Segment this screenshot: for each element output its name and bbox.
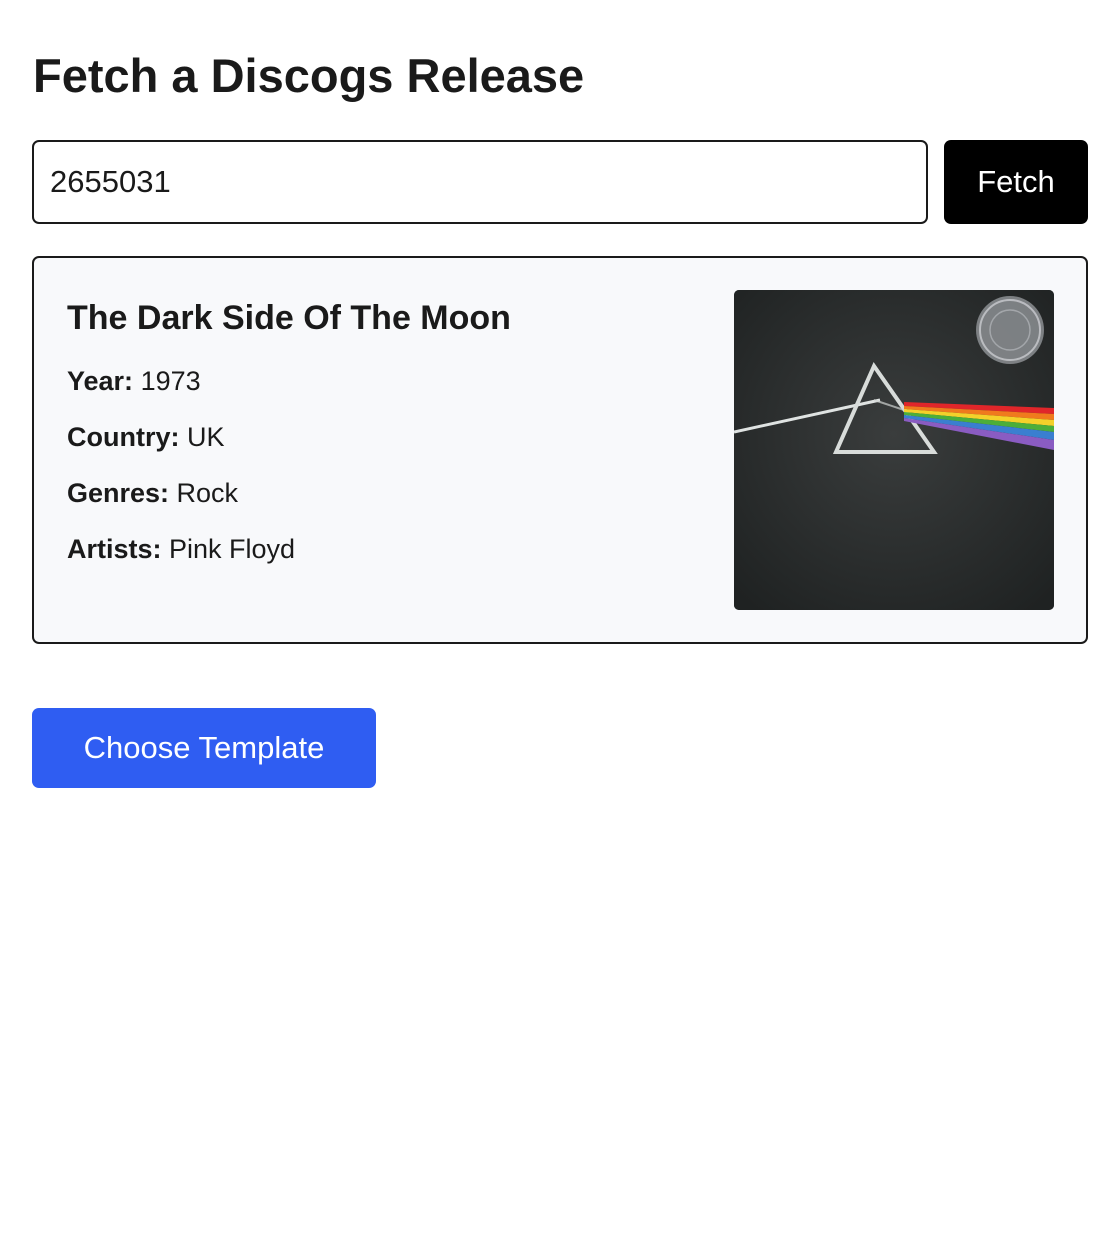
release-artists-row: Artists: Pink Floyd xyxy=(67,532,295,566)
fetch-button[interactable]: Fetch xyxy=(944,140,1088,224)
release-country-row: Country: UK xyxy=(67,420,225,454)
year-value: 1973 xyxy=(140,366,201,396)
artists-value: Pink Floyd xyxy=(169,534,296,564)
page-title: Fetch a Discogs Release xyxy=(33,49,585,102)
genres-value: Rock xyxy=(176,478,239,508)
release-card: The Dark Side Of The Moon Year: 1973 Cou… xyxy=(32,256,1088,644)
release-genres-row: Genres: Rock xyxy=(67,476,238,510)
artists-label: Artists: xyxy=(67,534,170,564)
album-cover-image xyxy=(734,290,1054,610)
choose-template-button[interactable]: Choose Template xyxy=(32,708,376,788)
genres-label: Genres: xyxy=(67,478,177,508)
release-year-row: Year: 1973 xyxy=(67,364,201,398)
country-label: Country: xyxy=(67,422,187,452)
year-label: Year: xyxy=(67,366,141,396)
release-id-input[interactable] xyxy=(32,140,928,224)
country-value: UK xyxy=(186,422,225,452)
prism-artwork xyxy=(734,290,1054,610)
search-row: Fetch xyxy=(32,140,1088,224)
release-title: The Dark Side Of The Moon xyxy=(67,299,511,337)
